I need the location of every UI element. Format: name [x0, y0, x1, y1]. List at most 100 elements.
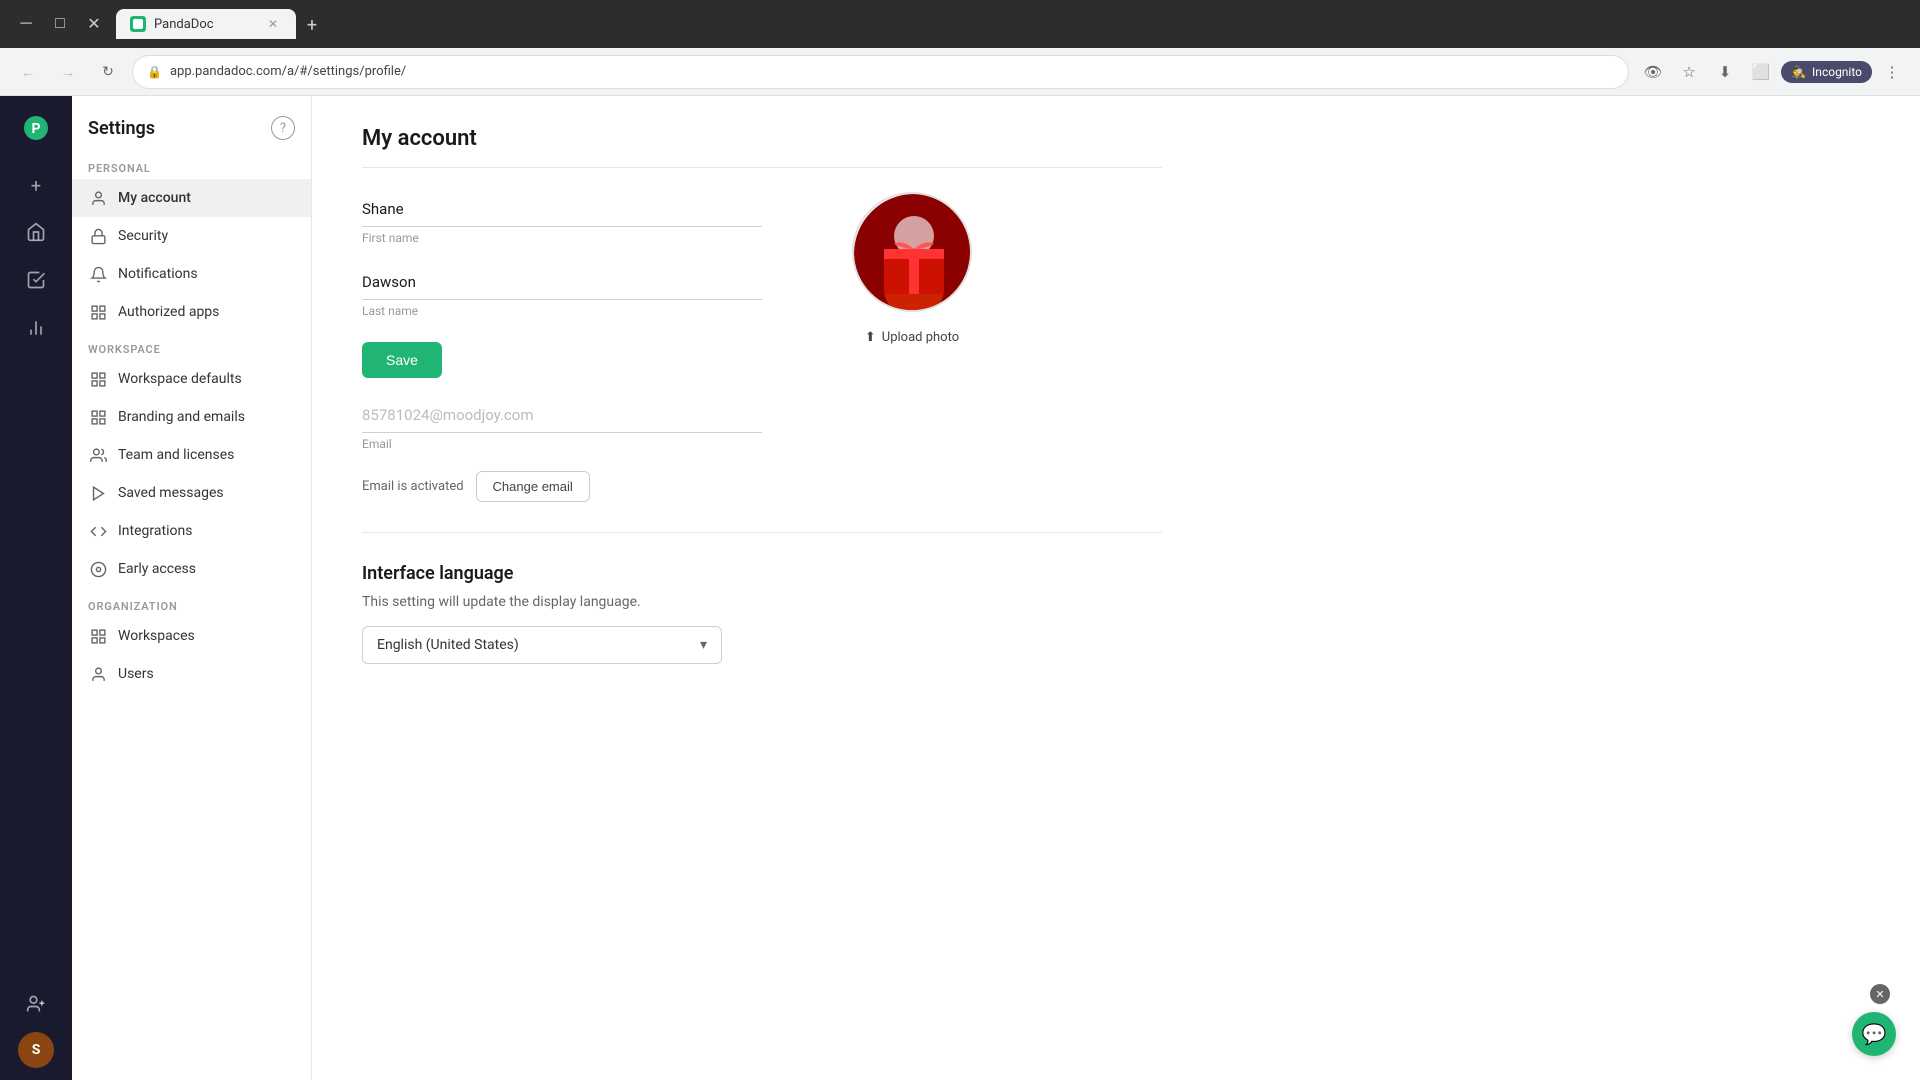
eye-off-icon[interactable]: 👁	[1637, 56, 1669, 88]
back-button[interactable]: ←	[12, 56, 44, 88]
chart-icon	[26, 318, 46, 343]
add-user-icon	[26, 994, 46, 1019]
interface-language-desc: This setting will update the display lan…	[362, 594, 1162, 610]
sidebar-title: Settings	[88, 118, 155, 139]
last-name-label: Last name	[362, 304, 762, 318]
address-bar: ← → ↻ 🔒 app.pandadoc.com/a/#/settings/pr…	[0, 48, 1920, 96]
organization-section-label: ORGANIZATION	[72, 588, 311, 617]
branding-icon	[88, 407, 108, 427]
refresh-button[interactable]: ↻	[92, 56, 124, 88]
sidebar-icon[interactable]: ⬜	[1745, 56, 1777, 88]
incognito-label: Incognito	[1812, 65, 1862, 79]
sidebar-item-workspace-defaults[interactable]: Workspace defaults	[72, 360, 311, 398]
person-icon	[88, 188, 108, 208]
team-licenses-label: Team and licenses	[118, 447, 234, 463]
url-text: app.pandadoc.com/a/#/settings/profile/	[170, 64, 406, 79]
download-icon[interactable]: ⬇	[1709, 56, 1741, 88]
app-logo: P	[16, 108, 56, 148]
integrations-icon	[88, 521, 108, 541]
bell-icon	[88, 264, 108, 284]
add-user-button[interactable]	[14, 984, 58, 1028]
sidebar-item-early-access[interactable]: Early access	[72, 550, 311, 588]
language-select[interactable]: English (United States) ▾	[362, 626, 722, 664]
avatar-image	[854, 194, 972, 312]
tab-title: PandaDoc	[154, 17, 214, 32]
interface-language-title: Interface language	[362, 563, 1162, 584]
create-button[interactable]: +	[14, 164, 58, 208]
home-icon	[26, 222, 46, 247]
sidebar-item-authorized-apps[interactable]: Authorized apps	[72, 293, 311, 331]
sidebar-item-team-licenses[interactable]: Team and licenses	[72, 436, 311, 474]
first-name-group: Shane First name	[362, 192, 762, 245]
user-avatar[interactable]: S	[18, 1032, 54, 1068]
chevron-down-icon: ▾	[700, 637, 707, 653]
sidebar-item-branding-emails[interactable]: Branding and emails	[72, 398, 311, 436]
email-label: Email	[362, 437, 762, 451]
active-tab[interactable]: PandaDoc ✕	[116, 9, 296, 39]
home-button[interactable]	[14, 212, 58, 256]
browser-chrome: ─ □ ✕ PandaDoc ✕ +	[0, 0, 1920, 48]
email-group: 85781024@moodjoy.com Email	[362, 398, 762, 451]
maximize-button[interactable]: □	[46, 10, 74, 38]
sidebar-item-workspaces[interactable]: Workspaces	[72, 617, 311, 655]
profile-section: Shane First name Dawson Last name Save 8…	[362, 192, 1162, 502]
tab-favicon	[130, 16, 146, 32]
minimize-button[interactable]: ─	[12, 10, 40, 38]
last-name-value[interactable]: Dawson	[362, 265, 762, 300]
sidebar-header: Settings ?	[72, 96, 311, 150]
help-button[interactable]: ?	[271, 116, 295, 140]
notifications-label: Notifications	[118, 266, 198, 282]
users-icon	[88, 664, 108, 684]
chat-close-button[interactable]: ✕	[1870, 984, 1890, 1004]
early-access-icon	[88, 559, 108, 579]
app-layout: P +	[0, 96, 1920, 1080]
tab-bar: PandaDoc ✕ +	[116, 9, 1908, 39]
sidebar-item-integrations[interactable]: Integrations	[72, 512, 311, 550]
bookmark-icon[interactable]: ☆	[1673, 56, 1705, 88]
url-bar[interactable]: 🔒 app.pandadoc.com/a/#/settings/profile/	[132, 55, 1629, 89]
email-value: 85781024@moodjoy.com	[362, 398, 762, 433]
lock-icon: 🔒	[147, 65, 162, 79]
tab-close-button[interactable]: ✕	[264, 15, 282, 33]
workspace-defaults-label: Workspace defaults	[118, 371, 242, 387]
sidebar-item-security[interactable]: Security	[72, 217, 311, 255]
forward-button[interactable]: →	[52, 56, 84, 88]
first-name-value[interactable]: Shane	[362, 192, 762, 227]
authorized-apps-label: Authorized apps	[118, 304, 219, 320]
interface-language-section: Interface language This setting will upd…	[362, 563, 1162, 664]
users-label: Users	[118, 666, 154, 682]
upload-photo-button[interactable]: ⬆ Upload photo	[853, 324, 971, 351]
analytics-button[interactable]	[14, 308, 58, 352]
upload-icon: ⬆	[865, 330, 876, 345]
team-icon	[88, 445, 108, 465]
personal-section-label: PERSONAL	[72, 150, 311, 179]
incognito-badge: 🕵 Incognito	[1781, 61, 1872, 83]
profile-avatar	[852, 192, 972, 312]
branding-emails-label: Branding and emails	[118, 409, 245, 425]
workspaces-label: Workspaces	[118, 628, 195, 644]
first-name-label: First name	[362, 231, 762, 245]
check-icon	[26, 270, 46, 295]
sidebar-item-saved-messages[interactable]: Saved messages	[72, 474, 311, 512]
tasks-button[interactable]	[14, 260, 58, 304]
my-account-label: My account	[118, 190, 191, 206]
page-title: My account	[362, 126, 1162, 168]
workspace-icon	[88, 369, 108, 389]
sidebar-item-notifications[interactable]: Notifications	[72, 255, 311, 293]
chat-icon: 💬	[1862, 1022, 1887, 1046]
menu-button[interactable]: ⋮	[1876, 56, 1908, 88]
lock-icon	[88, 226, 108, 246]
save-button[interactable]: Save	[362, 342, 442, 378]
incognito-icon: 🕵	[1791, 65, 1806, 79]
icon-bar: P +	[0, 96, 72, 1080]
chat-bubble-button[interactable]: 💬	[1852, 1012, 1896, 1056]
sidebar-item-my-account[interactable]: My account	[72, 179, 311, 217]
close-browser-button[interactable]: ✕	[80, 10, 108, 38]
saved-messages-label: Saved messages	[118, 485, 224, 501]
last-name-group: Dawson Last name	[362, 265, 762, 318]
new-tab-button[interactable]: +	[298, 11, 326, 39]
workspaces-icon	[88, 626, 108, 646]
selected-language: English (United States)	[377, 637, 519, 653]
sidebar-item-users[interactable]: Users	[72, 655, 311, 693]
change-email-button[interactable]: Change email	[476, 471, 590, 502]
